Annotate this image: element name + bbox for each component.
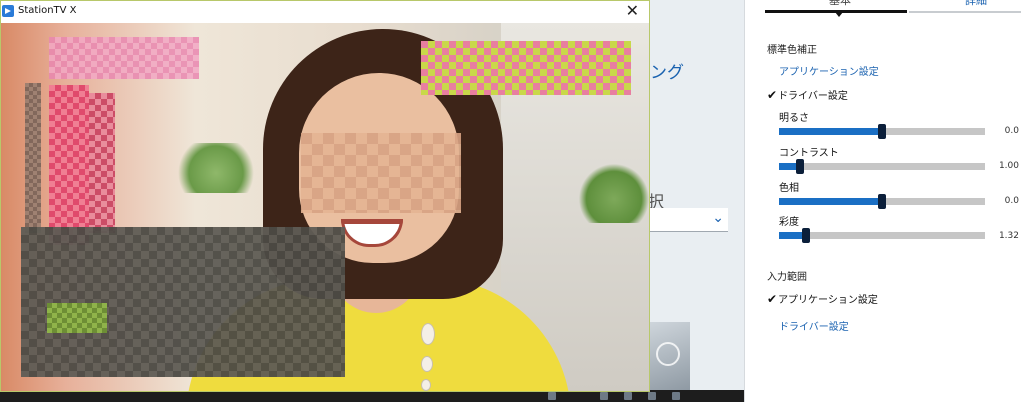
input-range-driver-settings-link[interactable]: ドライバー設定 [779,318,849,333]
taskbar-app-icon[interactable] [648,392,656,400]
censored-caption-red [49,85,89,245]
color-correction-heading: 標準色補正 [767,45,817,56]
input-range-heading: 入力範囲 [767,272,807,283]
slider-thumb[interactable] [878,124,886,139]
option-label: アプリケーション設定 [778,295,878,306]
censored-caption-yellow [421,41,631,95]
tab-advanced[interactable]: 詳細 [965,0,987,8]
tab-indicator-caret [835,12,843,17]
background-video-thumbnail[interactable] [648,322,690,392]
color-correction-app-settings-link[interactable]: アプリケーション設定 [779,63,879,78]
slider-thumb[interactable] [802,228,810,243]
slider-fill [779,128,882,135]
tab-basic[interactable]: 基本 [829,0,851,8]
censored-caption-side [25,83,41,233]
background-dropdown[interactable]: ⌄ [648,208,728,232]
contrast-value: 1.00 [998,161,1019,171]
chevron-down-icon: ⌄ [712,210,724,226]
slider-thumb[interactable] [878,194,886,209]
censored-info-badge [47,303,107,333]
slider-fill [779,198,882,205]
censored-caption-red [89,93,115,233]
window-titlebar[interactable]: StationTV X ✕ [1,1,649,23]
stationtv-window: StationTV X ✕ [0,0,650,392]
taskbar-app-icon[interactable] [672,392,680,400]
panel-tabs: 基本 詳細 [765,0,1023,17]
necklace-bead [421,323,435,345]
taskbar-app-icon[interactable] [548,392,556,400]
hue-label: 色相 [779,183,799,194]
checkmark-icon: ✔ [767,292,778,306]
checkmark-icon: ✔ [767,88,778,102]
video-background-plant [579,163,649,223]
input-range-app-settings-option[interactable]: ✔アプリケーション設定 [767,291,878,306]
necklace-bead [421,379,431,391]
tv-video-frame[interactable] [1,23,649,391]
taskbar-app-icon[interactable] [624,392,632,400]
tab-advanced-underline [909,11,1021,13]
video-background-plant [171,143,261,193]
necklace-bead [421,356,433,372]
color-settings-panel: 基本 詳細 標準色補正 アプリケーション設定 ✔ドライバー設定 明るさ 0.0 … [744,0,1024,402]
saturation-label: 彩度 [779,217,799,228]
censored-info-overlay [21,227,345,377]
face-mosaic [301,133,461,213]
censored-caption-pink [49,37,199,79]
hue-slider[interactable] [779,194,985,209]
taskbar-app-icon[interactable] [600,392,608,400]
brightness-label: 明るさ [779,113,809,124]
saturation-slider[interactable] [779,228,985,243]
hue-value: 0.0 [1004,196,1019,206]
slider-track [779,163,985,170]
brightness-value: 0.0 [1004,126,1019,136]
window-title: StationTV X [18,5,77,16]
background-settings-window: ング 択 ⌄ [648,0,744,402]
slider-thumb[interactable] [796,159,804,174]
contrast-slider[interactable] [779,159,985,174]
option-label: ドライバー設定 [778,91,848,102]
close-button[interactable]: ✕ [626,2,639,20]
color-correction-driver-settings-option[interactable]: ✔ドライバー設定 [767,87,848,102]
brightness-slider[interactable] [779,124,985,139]
saturation-value: 1.32 [998,231,1019,241]
background-heading-fragment: ング [650,63,684,83]
contrast-label: コントラスト [779,148,839,159]
stationtv-app-icon [2,5,14,17]
play-icon [656,342,680,366]
